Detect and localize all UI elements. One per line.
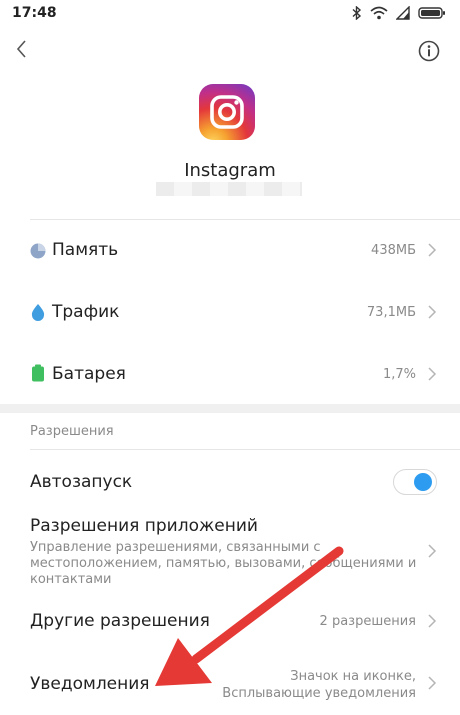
- battery-row[interactable]: Батарея 1,7%: [0, 344, 460, 404]
- chevron-right-icon: [428, 544, 437, 558]
- other-permissions-row[interactable]: Другие разрешения 2 разрешения: [0, 594, 460, 652]
- app-name: Instagram: [184, 160, 276, 181]
- storage-row[interactable]: Память 438МБ: [0, 220, 460, 282]
- traffic-label: Трафик: [52, 302, 120, 322]
- app-permissions-label: Разрешения приложений: [30, 516, 258, 536]
- other-permissions-label: Другие разрешения: [30, 611, 210, 631]
- info-button[interactable]: [418, 40, 440, 62]
- notifications-label: Уведомления: [30, 674, 150, 694]
- chevron-right-icon: [428, 676, 437, 690]
- status-time: 17:48: [12, 5, 57, 21]
- bluetooth-icon: [352, 6, 362, 20]
- storage-value: 438МБ: [371, 243, 416, 258]
- app-permissions-description: Управление разрешениями, связанными с ме…: [30, 540, 425, 588]
- storage-label: Память: [52, 240, 119, 260]
- description-line: Управление разрешениями, связанными с: [30, 540, 321, 555]
- autostart-row[interactable]: Автозапуск: [0, 450, 460, 512]
- traffic-value: 73,1МБ: [366, 305, 416, 320]
- app-version-blurred: [156, 182, 302, 196]
- drop-icon: [31, 304, 45, 321]
- description-line: контактами: [30, 572, 112, 587]
- notifications-value-line: Значок на иконке,: [290, 669, 416, 684]
- autostart-toggle[interactable]: [393, 469, 437, 495]
- notifications-value-line: Всплывающие уведомления: [222, 686, 416, 701]
- other-permissions-value: 2 разрешения: [319, 614, 416, 629]
- battery-label: Батарея: [52, 364, 126, 384]
- chevron-right-icon: [428, 614, 437, 628]
- chevron-right-icon: [428, 243, 437, 257]
- pie-chart-icon: [30, 243, 46, 259]
- wifi-icon: [370, 6, 388, 20]
- autostart-label: Автозапуск: [30, 472, 133, 492]
- app-permissions-row[interactable]: Разрешения приложений Управление разреше…: [0, 512, 460, 594]
- instagram-logo: [199, 84, 255, 140]
- description-line: местоположением, памятью, вызовами, сооб…: [30, 556, 417, 571]
- status-icons: [352, 6, 446, 20]
- battery-icon: [32, 364, 44, 382]
- battery-status-icon: [418, 7, 445, 19]
- info-icon: [418, 40, 440, 62]
- traffic-row[interactable]: Трафик 73,1МБ: [0, 282, 460, 344]
- permissions-section-title: Разрешения: [30, 424, 114, 439]
- battery-value: 1,7%: [382, 367, 416, 382]
- chevron-right-icon: [428, 367, 437, 381]
- chevron-left-icon: [16, 40, 26, 58]
- status-bar: 17:48: [0, 0, 460, 30]
- chevron-right-icon: [428, 305, 437, 319]
- signal-icon: [396, 6, 410, 20]
- toggle-knob: [414, 473, 432, 491]
- section-separator: [0, 404, 460, 413]
- back-button[interactable]: [10, 36, 36, 62]
- notifications-value: Значок на иконке, Всплывающие уведомлени…: [222, 668, 416, 702]
